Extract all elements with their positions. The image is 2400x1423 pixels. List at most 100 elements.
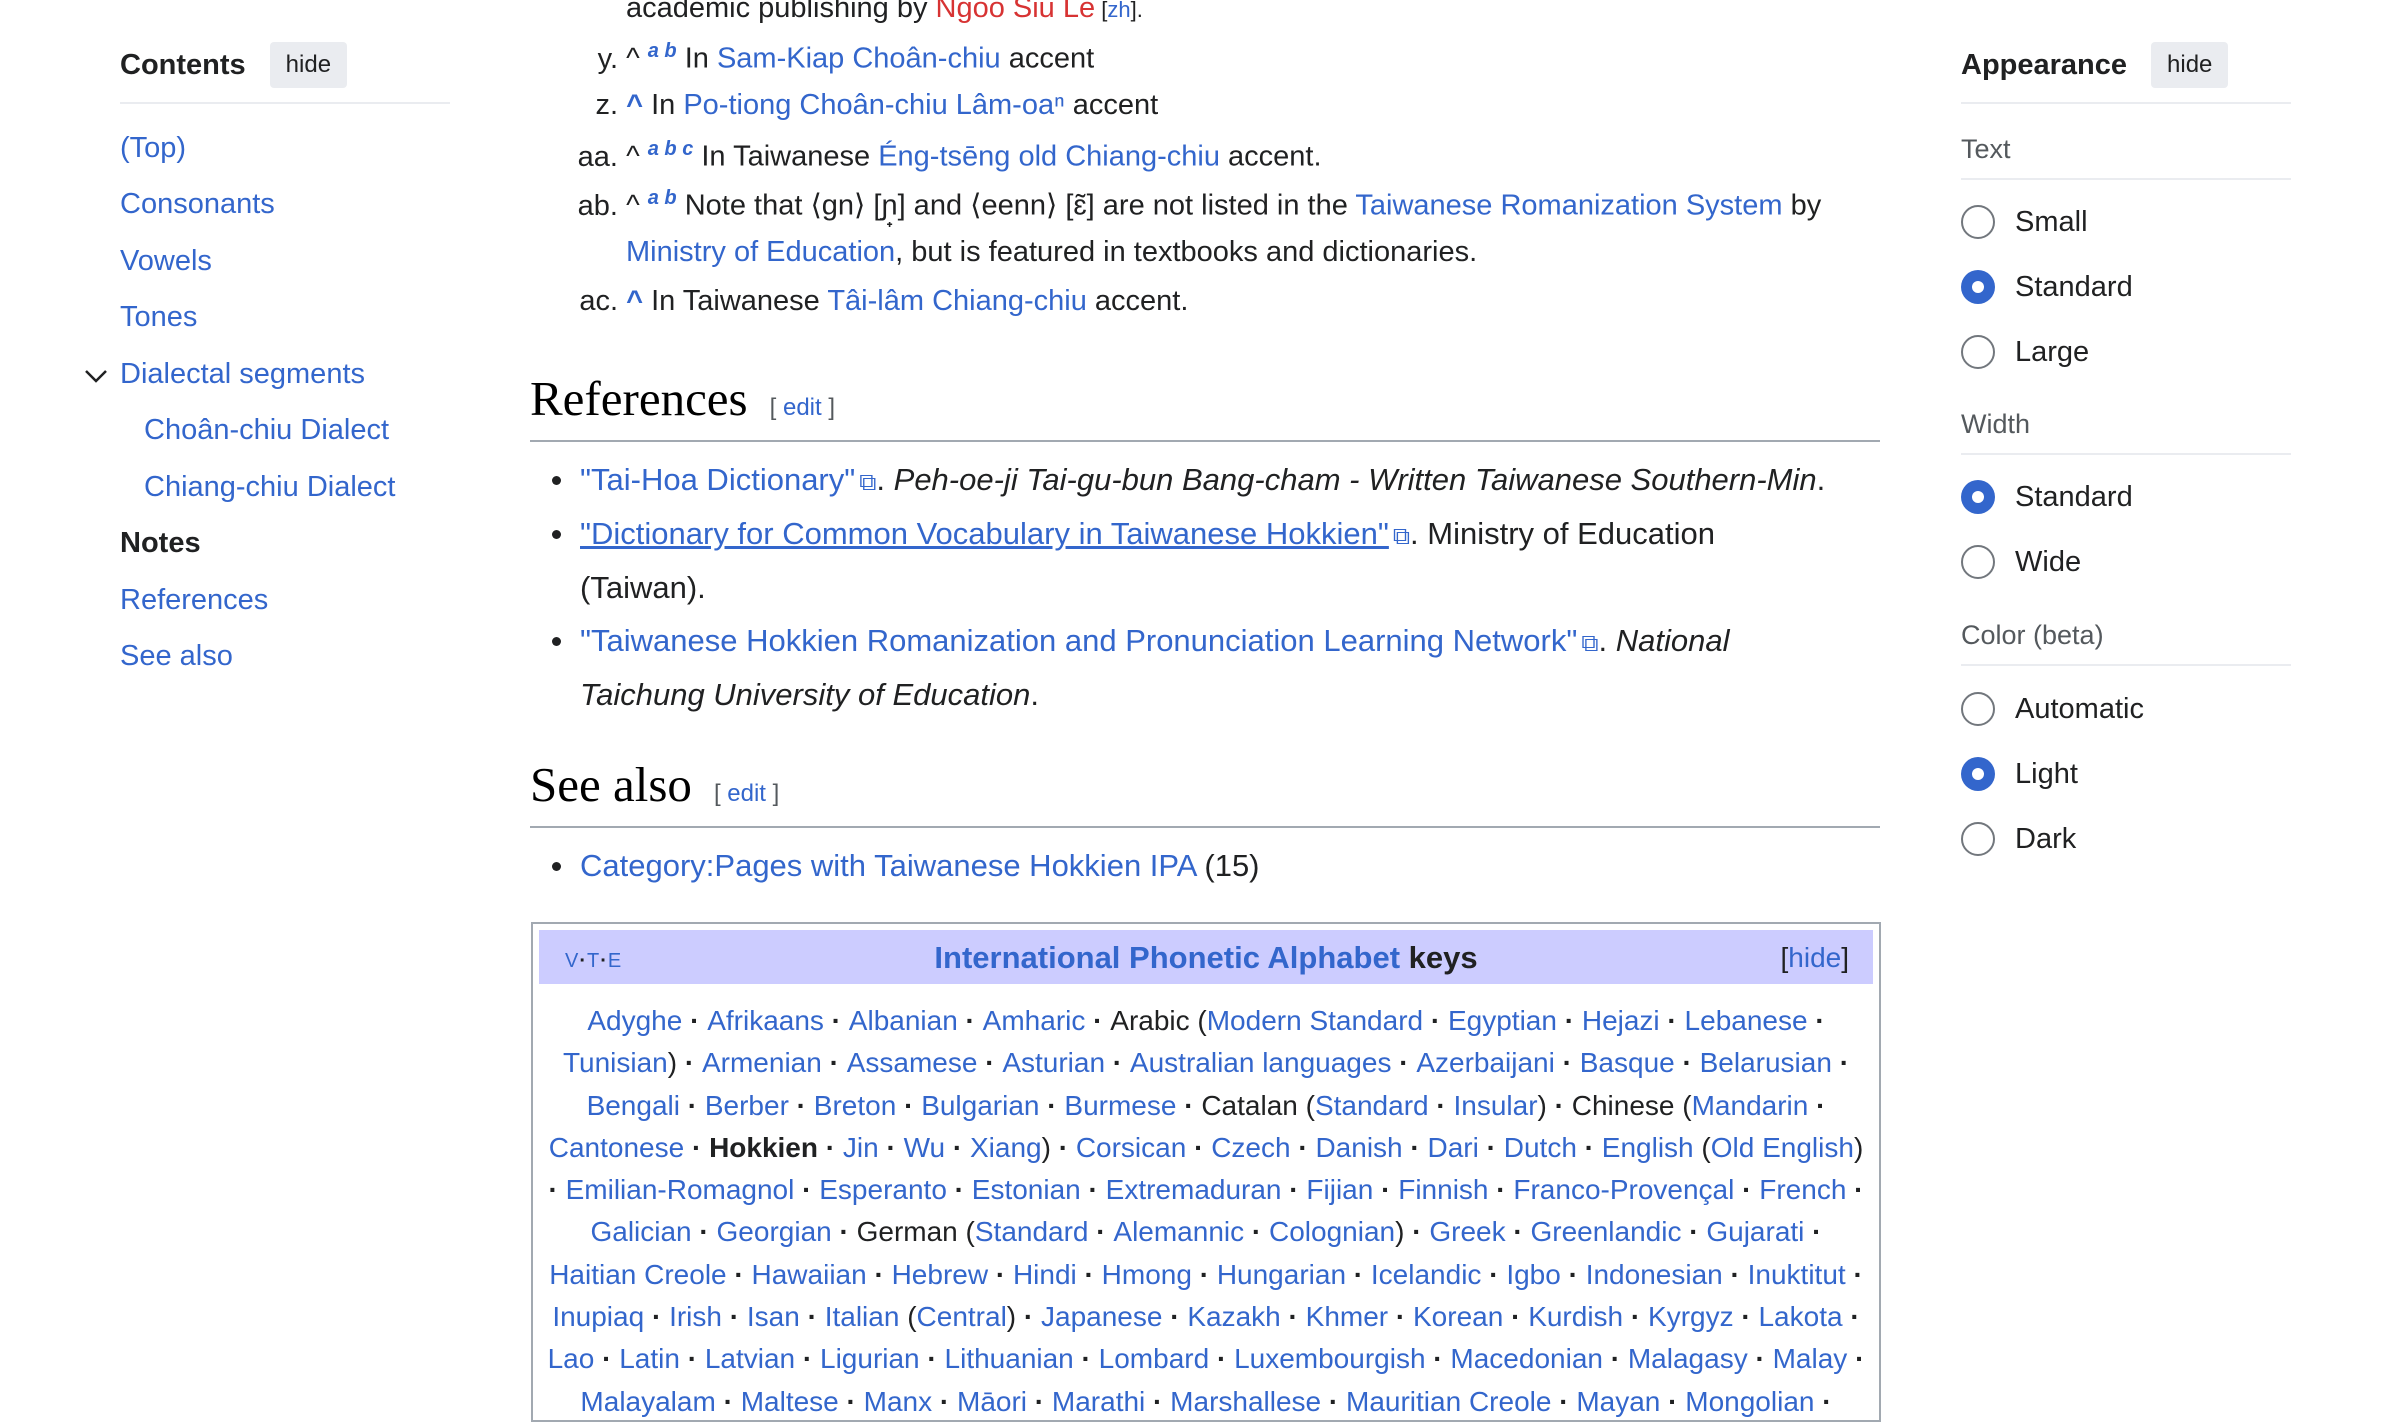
language-link[interactable]: Irish [669, 1301, 722, 1332]
text-size-large-radio[interactable]: Large [1961, 335, 2089, 369]
language-link[interactable]: Latvian [705, 1343, 795, 1374]
language-link[interactable]: Mauritian Creole [1346, 1386, 1551, 1417]
language-link[interactable]: Czech [1211, 1132, 1290, 1163]
language-link[interactable]: Old English [1711, 1132, 1854, 1163]
language-link[interactable]: Asturian [1002, 1047, 1105, 1078]
color-light-radio[interactable]: Light [1961, 757, 2078, 791]
language-link[interactable]: Bulgarian [921, 1090, 1039, 1121]
note-link[interactable]: Sam-Kiap Choân-chiu [717, 43, 1001, 75]
language-link[interactable]: Igbo [1506, 1259, 1561, 1290]
language-link[interactable]: Egyptian [1448, 1005, 1557, 1036]
backref-links[interactable]: a b [648, 187, 677, 209]
language-link[interactable]: Mayan [1576, 1386, 1660, 1417]
language-link[interactable]: Greenlandic [1530, 1216, 1681, 1247]
language-link[interactable]: Galician [590, 1216, 691, 1247]
toc-item-see-also[interactable]: See also [120, 640, 233, 673]
language-link[interactable]: Gujarati [1706, 1216, 1804, 1247]
language-link[interactable]: Maltese [741, 1386, 839, 1417]
language-link[interactable]: Tunisian [563, 1047, 668, 1078]
language-link[interactable]: Hebrew [892, 1259, 988, 1290]
language-link[interactable]: Lebanese [1685, 1005, 1808, 1036]
language-link[interactable]: Colognian [1269, 1216, 1395, 1247]
note-link[interactable]: Tâi-lâm Chiang-chiu [827, 285, 1087, 317]
language-link[interactable]: Afrikaans [707, 1005, 824, 1036]
note-link[interactable]: Ministry of Education [626, 236, 895, 268]
text-size-standard-radio[interactable]: Standard [1961, 270, 2133, 304]
language-link[interactable]: Jin [843, 1132, 879, 1163]
toc-item-chiang-chiu[interactable]: Chiang-chiu Dialect [144, 471, 395, 504]
toc-item-choan-chiu[interactable]: Choân-chiu Dialect [144, 414, 389, 447]
toc-item-vowels[interactable]: Vowels [120, 245, 212, 278]
language-link[interactable]: Burmese [1064, 1090, 1176, 1121]
reference-link[interactable]: "Taiwanese Hokkien Romanization and Pron… [580, 623, 1577, 658]
language-link[interactable]: Finnish [1398, 1174, 1488, 1205]
language-link[interactable]: Insular [1453, 1090, 1537, 1121]
reference-link[interactable]: "Tai-Hoa Dictionary" [580, 462, 855, 497]
language-link[interactable]: Kyrgyz [1648, 1301, 1734, 1332]
language-link[interactable]: Khmer [1306, 1301, 1388, 1332]
width-wide-radio[interactable]: Wide [1961, 545, 2081, 579]
language-link[interactable]: Bengali [587, 1090, 680, 1121]
lang-link[interactable]: zh [1107, 0, 1130, 22]
language-link[interactable]: Latin [619, 1343, 680, 1374]
text-size-small-radio[interactable]: Small [1961, 205, 2088, 239]
reference-link[interactable]: "Dictionary for Common Vocabulary in Tai… [580, 516, 1389, 551]
language-link[interactable]: Haitian Creole [549, 1259, 726, 1290]
note-link[interactable]: Ngoo Siu Le [936, 0, 1096, 24]
language-link[interactable]: Korean [1413, 1301, 1503, 1332]
language-link[interactable]: Hawaiian [752, 1259, 867, 1290]
language-link[interactable]: Greek [1429, 1216, 1505, 1247]
color-automatic-radio[interactable]: Automatic [1961, 692, 2144, 726]
language-link[interactable]: Fijian [1306, 1174, 1373, 1205]
toc-item-notes[interactable]: Notes [120, 527, 201, 560]
language-link[interactable]: Belarusian [1700, 1047, 1832, 1078]
language-link[interactable]: Isan [747, 1301, 800, 1332]
category-link[interactable]: Category:Pages with Taiwanese Hokkien IP… [580, 848, 1196, 883]
language-link[interactable]: Hejazi [1582, 1005, 1660, 1036]
language-link[interactable]: Marshallese [1170, 1386, 1321, 1417]
language-link[interactable]: Icelandic [1371, 1259, 1482, 1290]
language-link[interactable]: Manx [864, 1386, 932, 1417]
note-link[interactable]: Po-tiong Choân-chiu Lâm-oaⁿ [683, 89, 1064, 121]
language-link[interactable]: Danish [1315, 1132, 1402, 1163]
language-link[interactable]: Adyghe [587, 1005, 682, 1036]
language-link[interactable]: French [1759, 1174, 1846, 1205]
appearance-hide-button[interactable]: hide [2151, 42, 2229, 88]
language-link[interactable]: Breton [814, 1090, 897, 1121]
language-link[interactable]: Emilian-Romagnol [566, 1174, 795, 1205]
language-link[interactable]: Māori [957, 1386, 1027, 1417]
language-link[interactable]: Lombard [1099, 1343, 1210, 1374]
language-link[interactable]: Mandarin [1692, 1090, 1809, 1121]
language-link[interactable]: Azerbaijani [1416, 1047, 1555, 1078]
language-link[interactable]: Alemannic [1113, 1216, 1244, 1247]
language-link[interactable]: Cantonese [549, 1132, 684, 1163]
language-link[interactable]: Hungarian [1217, 1259, 1346, 1290]
language-link[interactable]: Corsican [1076, 1132, 1186, 1163]
width-standard-radio[interactable]: Standard [1961, 480, 2133, 514]
language-link[interactable]: Mongolian [1685, 1386, 1814, 1417]
language-link[interactable]: Dutch [1504, 1132, 1577, 1163]
language-link[interactable]: Australian languages [1130, 1047, 1392, 1078]
language-link[interactable]: Berber [705, 1090, 789, 1121]
language-link[interactable]: Lao [548, 1343, 595, 1374]
language-link[interactable]: Estonian [972, 1174, 1081, 1205]
language-link[interactable]: Inupiaq [552, 1301, 644, 1332]
language-link[interactable]: Dari [1428, 1132, 1479, 1163]
language-link[interactable]: English [1602, 1132, 1694, 1163]
navbox-title-link[interactable]: International Phonetic Alphabet [934, 940, 1400, 975]
language-link[interactable]: Hmong [1102, 1259, 1192, 1290]
language-link[interactable]: Ligurian [820, 1343, 920, 1374]
backref-links[interactable]: a b [648, 40, 677, 62]
caret-backref-link[interactable]: ^ [626, 285, 651, 317]
language-link[interactable]: Kazakh [1187, 1301, 1280, 1332]
caret-backref-link[interactable]: ^ [626, 89, 651, 121]
language-link[interactable]: Lakota [1758, 1301, 1842, 1332]
language-link[interactable]: Central [917, 1301, 1007, 1332]
toc-item-consonants[interactable]: Consonants [120, 188, 275, 221]
language-link[interactable]: Indonesian [1586, 1259, 1723, 1290]
color-dark-radio[interactable]: Dark [1961, 822, 2076, 856]
language-link[interactable]: Marathi [1052, 1386, 1145, 1417]
language-link[interactable]: Georgian [717, 1216, 832, 1247]
language-link[interactable]: Kurdish [1528, 1301, 1623, 1332]
language-link[interactable]: Franco-Provençal [1513, 1174, 1734, 1205]
